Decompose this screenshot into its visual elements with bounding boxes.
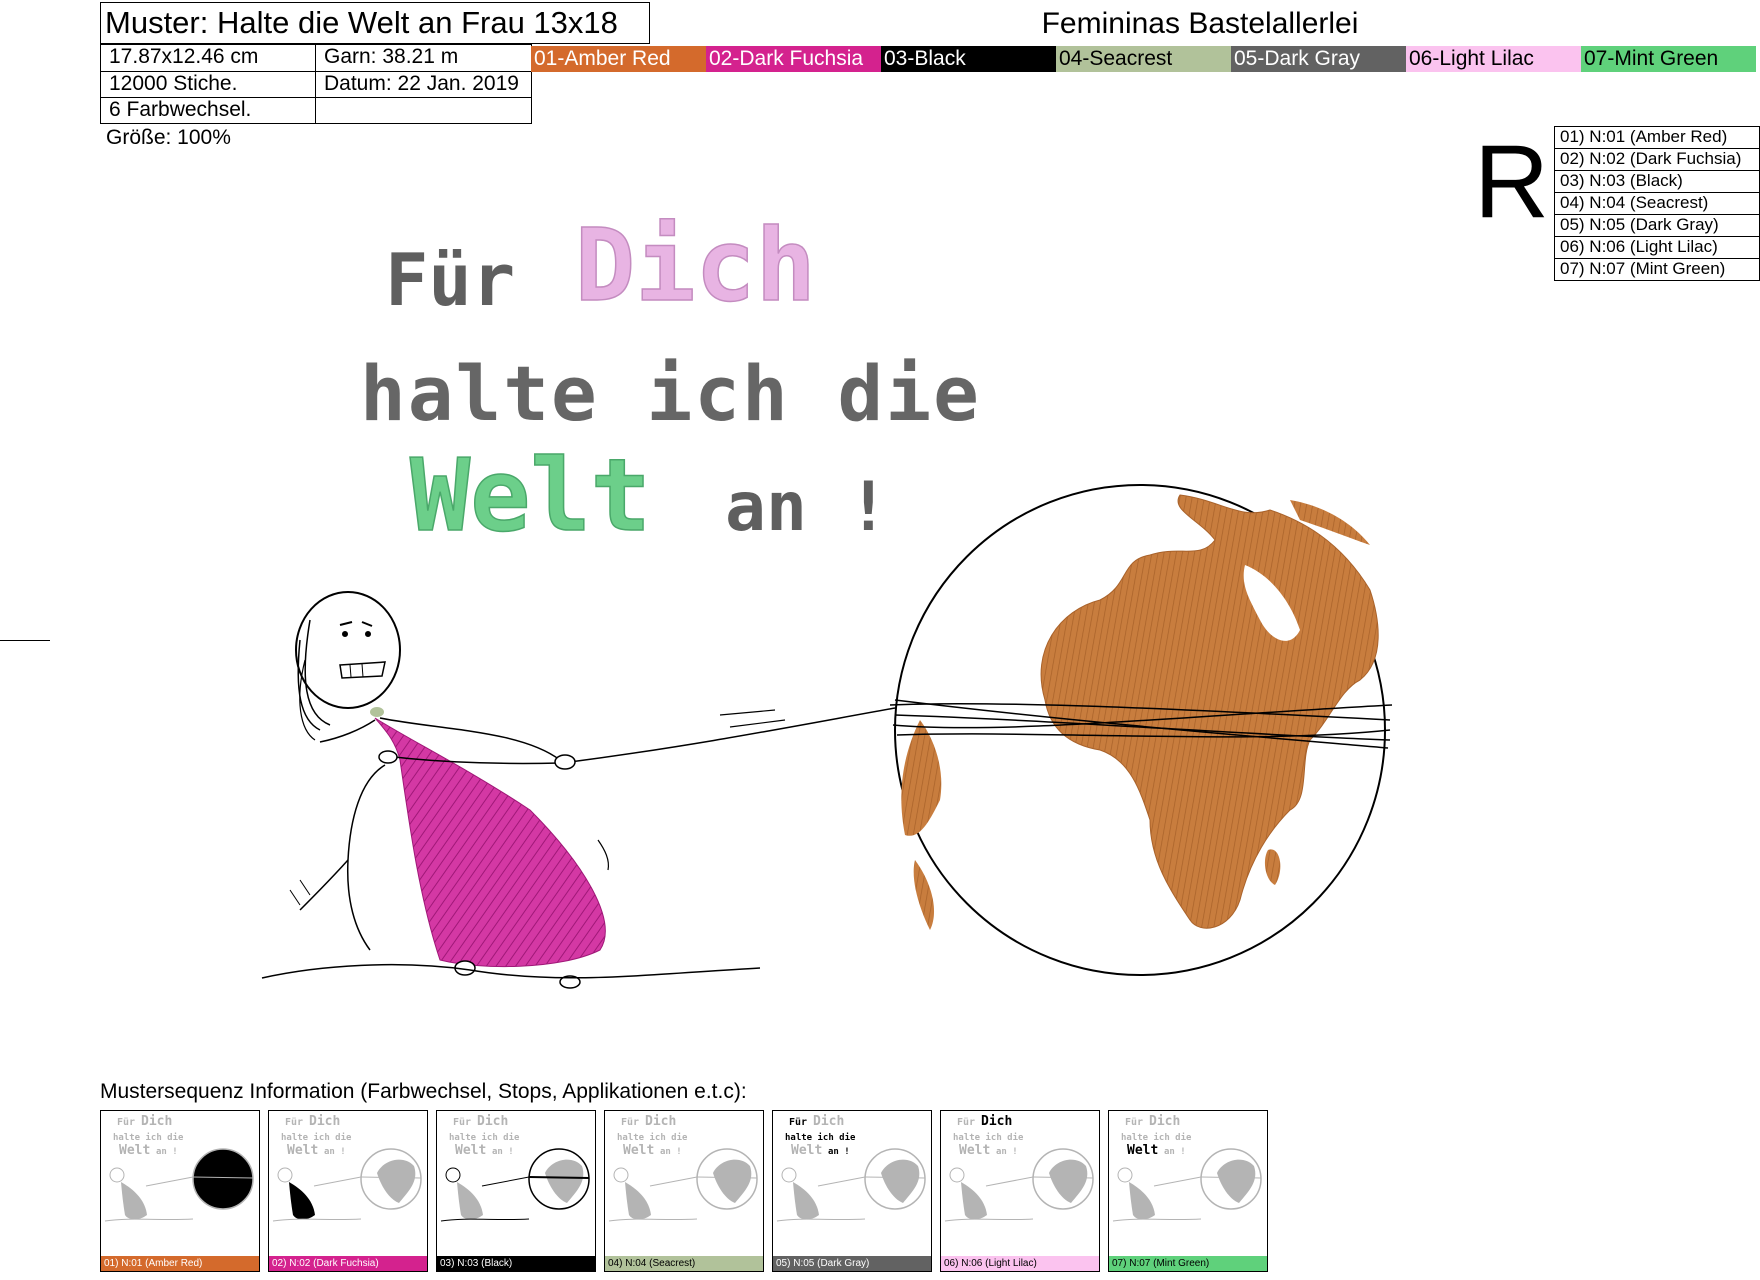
thumb-text-an: an !: [1164, 1147, 1186, 1157]
thumb-text-fuer: Für: [285, 1117, 303, 1128]
thumb-text-an: an !: [996, 1147, 1018, 1157]
sequence-thumbnail: Für Dich halte ich die Welt an ! 04) N:04 (Se…: [604, 1110, 764, 1272]
text-halte: halte ich die: [360, 349, 981, 438]
thumbnail-label: 06) N:06 (Light Lilac): [941, 1256, 1099, 1271]
thumbnail-preview: Für Dich halte ich dieWelt an !: [440, 1114, 590, 1222]
thumb-text-welt: Welt: [119, 1143, 150, 1158]
thumb-text-dich: Dich: [309, 1114, 340, 1129]
thumb-text-an: an !: [660, 1147, 682, 1157]
thumb-text-dich: Dich: [477, 1114, 508, 1129]
thumbnail-label: 02) N:02 (Dark Fuchsia): [269, 1256, 427, 1271]
thumb-text-dich: Dich: [645, 1114, 676, 1129]
thumb-text-halte: halte ich die: [617, 1132, 688, 1143]
sequence-thumbnail: Für Dich halte ich die Welt an ! 01) N:01 (Am…: [100, 1110, 260, 1272]
thumb-text-an: an !: [828, 1147, 850, 1157]
thumb-text-halte: halte ich die: [449, 1132, 520, 1143]
thumb-text-welt: Welt: [791, 1143, 822, 1158]
thumb-text-fuer: Für: [1125, 1117, 1143, 1128]
thumb-text-fuer: Für: [957, 1117, 975, 1128]
thumbnail-preview: Für Dich halte ich dieWelt an !: [944, 1114, 1094, 1222]
thumb-text-fuer: Für: [453, 1117, 471, 1128]
thumbnail-label: 07) N:07 (Mint Green): [1109, 1256, 1267, 1271]
thumb-text-welt: Welt: [455, 1143, 486, 1158]
woman-figure: [261, 591, 761, 989]
thumb-text-dich: Dich: [981, 1114, 1012, 1129]
thumbnail-label: 05) N:05 (Dark Gray): [773, 1256, 931, 1271]
thumb-text-halte: halte ich die: [281, 1132, 352, 1143]
thumb-text-welt: Welt: [623, 1143, 654, 1158]
rope-line: [569, 707, 896, 763]
thumb-text-fuer: Für: [789, 1117, 807, 1128]
text-an: an !: [725, 468, 889, 547]
sequence-thumbnail: Für Dich halte ich die Welt an ! 05) N:05 (Da…: [772, 1110, 932, 1272]
embroidery-design: Für Dich halte ich die Welt an !: [261, 206, 1393, 989]
sequence-thumbnail: Für Dich halte ich die Welt an ! 07) N:07 (Mi…: [1108, 1110, 1268, 1272]
sequence-title: Mustersequenz Information (Farbwechsel, …: [100, 1080, 747, 1103]
thumb-text-dich: Dich: [141, 1114, 172, 1129]
thumbnail-preview: Für Dich halte ich dieWelt an !: [104, 1114, 254, 1222]
text-dich: Dich: [575, 207, 816, 324]
thumb-text-an: an !: [492, 1147, 514, 1157]
thumb-text-an: an !: [324, 1147, 346, 1157]
thumb-text-welt: Welt: [1127, 1143, 1158, 1158]
globe-icon: [889, 484, 1393, 976]
thumb-text-dich: Dich: [1149, 1114, 1180, 1129]
thumb-text-welt: Welt: [959, 1143, 990, 1158]
thumb-text-an: an !: [156, 1147, 178, 1157]
thumbnail-preview: Für Dich halte ich dieWelt an !: [272, 1114, 422, 1222]
thumbnail-preview: Für Dich halte ich dieWelt an !: [1112, 1114, 1262, 1222]
thumbnail-preview: Für Dich halte ich dieWelt an !: [776, 1114, 926, 1222]
thumb-text-halte: halte ich die: [953, 1132, 1024, 1143]
thumb-text-halte: halte ich die: [1121, 1132, 1192, 1143]
thumbnail-label: 03) N:03 (Black): [437, 1256, 595, 1271]
sequence-thumbnail: Für Dich halte ich die Welt an ! 02) N:02 (Da…: [268, 1110, 428, 1272]
thumb-text-welt: Welt: [287, 1143, 318, 1158]
thumb-text-halte: halte ich die: [113, 1132, 184, 1143]
thumb-text-dich: Dich: [813, 1114, 844, 1129]
sequence-thumbnail: Für Dich halte ich die Welt an ! 03) N:03 (Bl…: [436, 1110, 596, 1272]
sequence-thumbnail: Für Dich halte ich die Welt an ! 06) N:06 (Li…: [940, 1110, 1100, 1272]
thumbnail-label: 04) N:04 (Seacrest): [605, 1256, 763, 1271]
text-fuer: Für: [385, 238, 515, 322]
thumb-text-fuer: Für: [621, 1117, 639, 1128]
thumb-text-halte: halte ich die: [785, 1132, 856, 1143]
thumbnail-preview: Für Dich halte ich dieWelt an !: [608, 1114, 758, 1222]
text-welt: Welt: [410, 437, 651, 554]
thumb-text-fuer: Für: [117, 1117, 135, 1128]
thumbnail-label: 01) N:01 (Amber Red): [101, 1256, 259, 1271]
